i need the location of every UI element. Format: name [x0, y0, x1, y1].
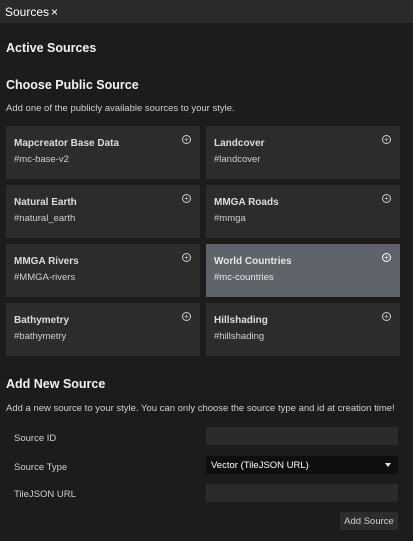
- tab-bar: Sources ×: [0, 0, 413, 23]
- public-source-title: Bathymetry: [14, 315, 70, 326]
- public-source-id: #landcover: [214, 154, 261, 165]
- public-source-title: Landcover: [214, 138, 265, 149]
- plus-circle-icon[interactable]: +: [182, 194, 191, 203]
- tilejson-url-label: TileJSON URL: [14, 489, 76, 500]
- public-source-title: MMGA Roads: [214, 197, 279, 208]
- close-icon[interactable]: ×: [51, 5, 58, 19]
- add-new-source-heading: Add New Source: [6, 377, 106, 391]
- public-source-card[interactable]: Natural Earth #natural_earth +: [6, 185, 200, 238]
- tilejson-url-input[interactable]: [206, 484, 398, 502]
- plus-circle-icon[interactable]: +: [382, 312, 391, 321]
- public-source-title: Mapcreator Base Data: [14, 138, 120, 149]
- source-type-label: Source Type: [14, 462, 68, 473]
- source-id-label: Source ID: [14, 433, 57, 444]
- source-type-value: Vector (TileJSON URL): [211, 459, 309, 471]
- choose-public-source-description: Add one of the publicly available source…: [6, 103, 235, 114]
- add-source-button[interactable]: Add Source: [340, 512, 398, 530]
- public-source-id: #mmga: [214, 213, 246, 224]
- public-source-card[interactable]: Landcover #landcover +: [206, 126, 400, 179]
- public-source-card[interactable]: MMGA Rivers #MMGA-rivers +: [6, 244, 200, 297]
- plus-circle-icon[interactable]: +: [182, 312, 191, 321]
- active-sources-heading: Active Sources: [6, 41, 97, 55]
- public-source-title: Natural Earth: [14, 197, 77, 208]
- choose-public-source-heading: Choose Public Source: [6, 78, 139, 92]
- sources-panel: Sources × Active Sources Choose Public S…: [0, 0, 413, 541]
- caret-down-icon: [385, 463, 391, 467]
- public-source-card[interactable]: Mapcreator Base Data #mc-base-v2 +: [6, 126, 200, 179]
- tab-sources-label: Sources: [5, 4, 50, 19]
- public-source-id: #hillshading: [214, 331, 265, 342]
- public-source-id: #mc-base-v2: [14, 154, 69, 165]
- public-source-grid: Mapcreator Base Data #mc-base-v2 + Landc…: [6, 126, 400, 356]
- public-source-id: #MMGA-rivers: [14, 272, 76, 283]
- plus-circle-icon[interactable]: +: [182, 135, 191, 144]
- public-source-card[interactable]: Bathymetry #bathymetry +: [6, 303, 200, 356]
- plus-circle-icon[interactable]: +: [382, 135, 391, 144]
- add-new-source-description: Add a new source to your style. You can …: [6, 403, 395, 414]
- public-source-card[interactable]: World Countries #mc-countries +: [206, 244, 400, 297]
- source-type-select[interactable]: Vector (TileJSON URL): [206, 456, 398, 474]
- public-source-id: #mc-countries: [214, 272, 274, 283]
- plus-circle-icon[interactable]: +: [182, 253, 191, 262]
- public-source-id: #natural_earth: [14, 213, 76, 224]
- public-source-title: Hillshading: [214, 315, 268, 326]
- public-source-id: #bathymetry: [14, 331, 67, 342]
- source-id-input[interactable]: [206, 427, 398, 445]
- tab-sources[interactable]: Sources ×: [0, 0, 62, 23]
- public-source-card[interactable]: MMGA Roads #mmga +: [206, 185, 400, 238]
- public-source-title: MMGA Rivers: [14, 256, 79, 267]
- public-source-title: World Countries: [214, 256, 292, 267]
- plus-circle-icon[interactable]: +: [382, 194, 391, 203]
- plus-circle-icon[interactable]: +: [382, 253, 391, 262]
- public-source-card[interactable]: Hillshading #hillshading +: [206, 303, 400, 356]
